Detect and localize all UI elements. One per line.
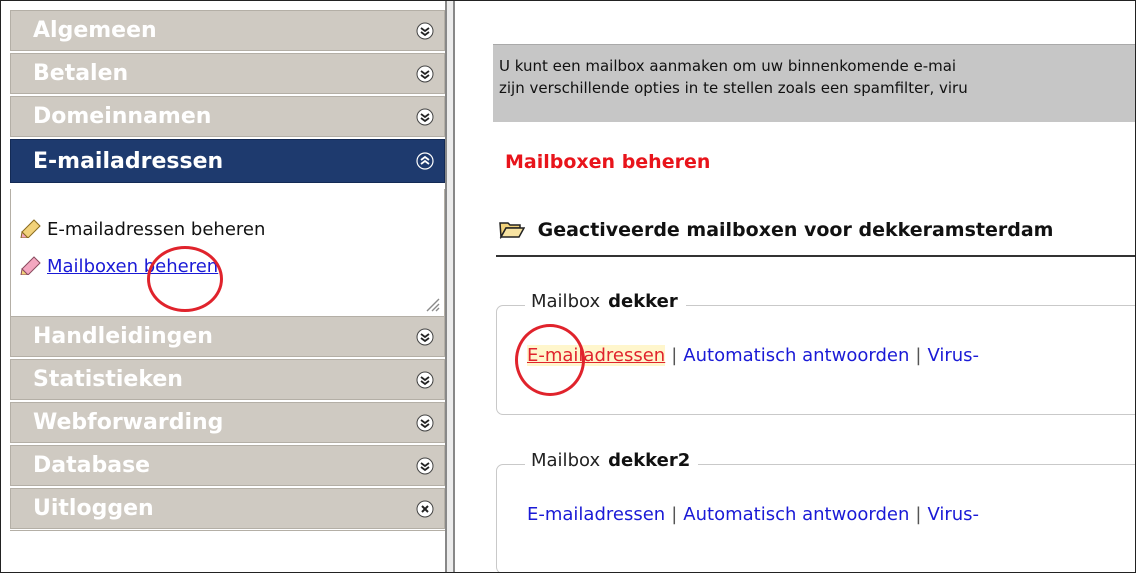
sidebar-item-handleidingen[interactable]: Handleidingen [10,316,445,357]
close-icon [416,500,434,518]
chevron-down-icon [416,457,434,475]
pencil-icon [20,219,41,238]
annotation-circle [147,246,223,312]
email-panel: E-mailadressen beheren Mailboxen beheren [10,189,445,316]
sidebar-item-webforwarding[interactable]: Webforwarding [10,402,445,443]
open-folder-icon [499,222,525,239]
info-box: U kunt een mailbox aanmaken om uw binnen… [493,44,1135,122]
chevron-down-icon [416,108,434,126]
activated-title-text: Geactiveerde mailboxen voor dekkeramster… [537,219,1054,241]
browser-frame: Algemeen Betalen Domeinnamen E-mailadres… [0,0,1136,573]
sidebar-item-uitloggen[interactable]: Uitloggen [10,488,445,529]
section-title: Mailboxen beheren [505,151,711,173]
panel-item-e-mailadressen-beheren[interactable]: E-mailadressen beheren [47,219,265,240]
mailbox-legend: Mailbox dekker [525,291,686,312]
heading-rule [496,255,1135,257]
chevron-down-icon [416,328,434,346]
sidebar-item-betalen[interactable]: Betalen [10,53,445,94]
info-line: zijn verschillende opties in te stellen … [499,79,968,97]
main-content: U kunt een mailbox aanmaken om uw binnen… [456,1,1135,572]
pencil-icon [20,256,41,275]
mailbox-prefix: Mailbox [531,291,601,312]
chevron-down-icon [416,22,434,40]
separator: | [915,504,922,525]
sidebar-item-label: Database [33,453,151,478]
chevron-down-icon [416,371,434,389]
sidebar-accordion: Algemeen Betalen Domeinnamen E-mailadres… [1,1,445,572]
sidebar-item-label: Domeinnamen [33,104,212,129]
mailbox-links: E-mailadressen | Automatisch antwoorden | Vi… [527,345,979,366]
sidebar-item-label: Algemeen [33,18,157,43]
chevron-down-icon [416,65,434,83]
sidebar-item-label: Uitloggen [33,496,154,521]
sidebar-item-label: Statistieken [33,367,183,392]
link-virus[interactable]: Virus- [927,345,979,366]
annotation-circle [515,324,585,396]
mailbox-group: Mailbox dekker E-mailadressen | Automatisch… [496,291,1135,415]
sidebar-item-label: Handleidingen [33,324,213,349]
separator: | [671,504,678,525]
mailbox-name: dekker [608,291,678,312]
separator: | [671,345,678,366]
separator: | [915,345,922,366]
sidebar-bottom-rule [10,530,445,531]
link-e-mailadressen[interactable]: E-mailadressen [527,504,665,525]
sidebar-item-label: Webforwarding [33,410,224,435]
link-automatisch-antwoorden[interactable]: Automatisch antwoorden [683,345,909,366]
sidebar-item-domeinnamen[interactable]: Domeinnamen [10,96,445,137]
mailbox-prefix: Mailbox [531,450,601,471]
resize-grip-icon[interactable] [422,294,440,312]
frame-divider[interactable] [445,1,455,572]
link-virus[interactable]: Virus- [927,504,979,525]
sidebar-item-algemeen[interactable]: Algemeen [10,10,445,51]
sidebar-item-database[interactable]: Database [10,445,445,486]
mailbox-legend: Mailbox dekker2 [525,450,699,471]
link-automatisch-antwoorden[interactable]: Automatisch antwoorden [683,504,909,525]
sidebar-item-statistieken[interactable]: Statistieken [10,359,445,400]
sidebar-item-e-mailadressen[interactable]: E-mailadressen [10,139,445,183]
sidebar-item-label: E-mailadressen [33,149,224,174]
chevron-up-icon [416,152,434,170]
sidebar-item-label: Betalen [33,61,129,86]
info-line: U kunt een mailbox aanmaken om uw binnen… [499,57,957,75]
mailbox-group: Mailbox dekker2 E-mailadressen | Automatisc… [496,450,1135,572]
activated-mailboxes-heading: Geactiveerde mailboxen voor dekkeramster… [499,219,1053,241]
mailbox-links: E-mailadressen | Automatisch antwoorden | Vi… [527,504,979,525]
chevron-down-icon [416,414,434,432]
mailbox-name: dekker2 [608,450,691,471]
